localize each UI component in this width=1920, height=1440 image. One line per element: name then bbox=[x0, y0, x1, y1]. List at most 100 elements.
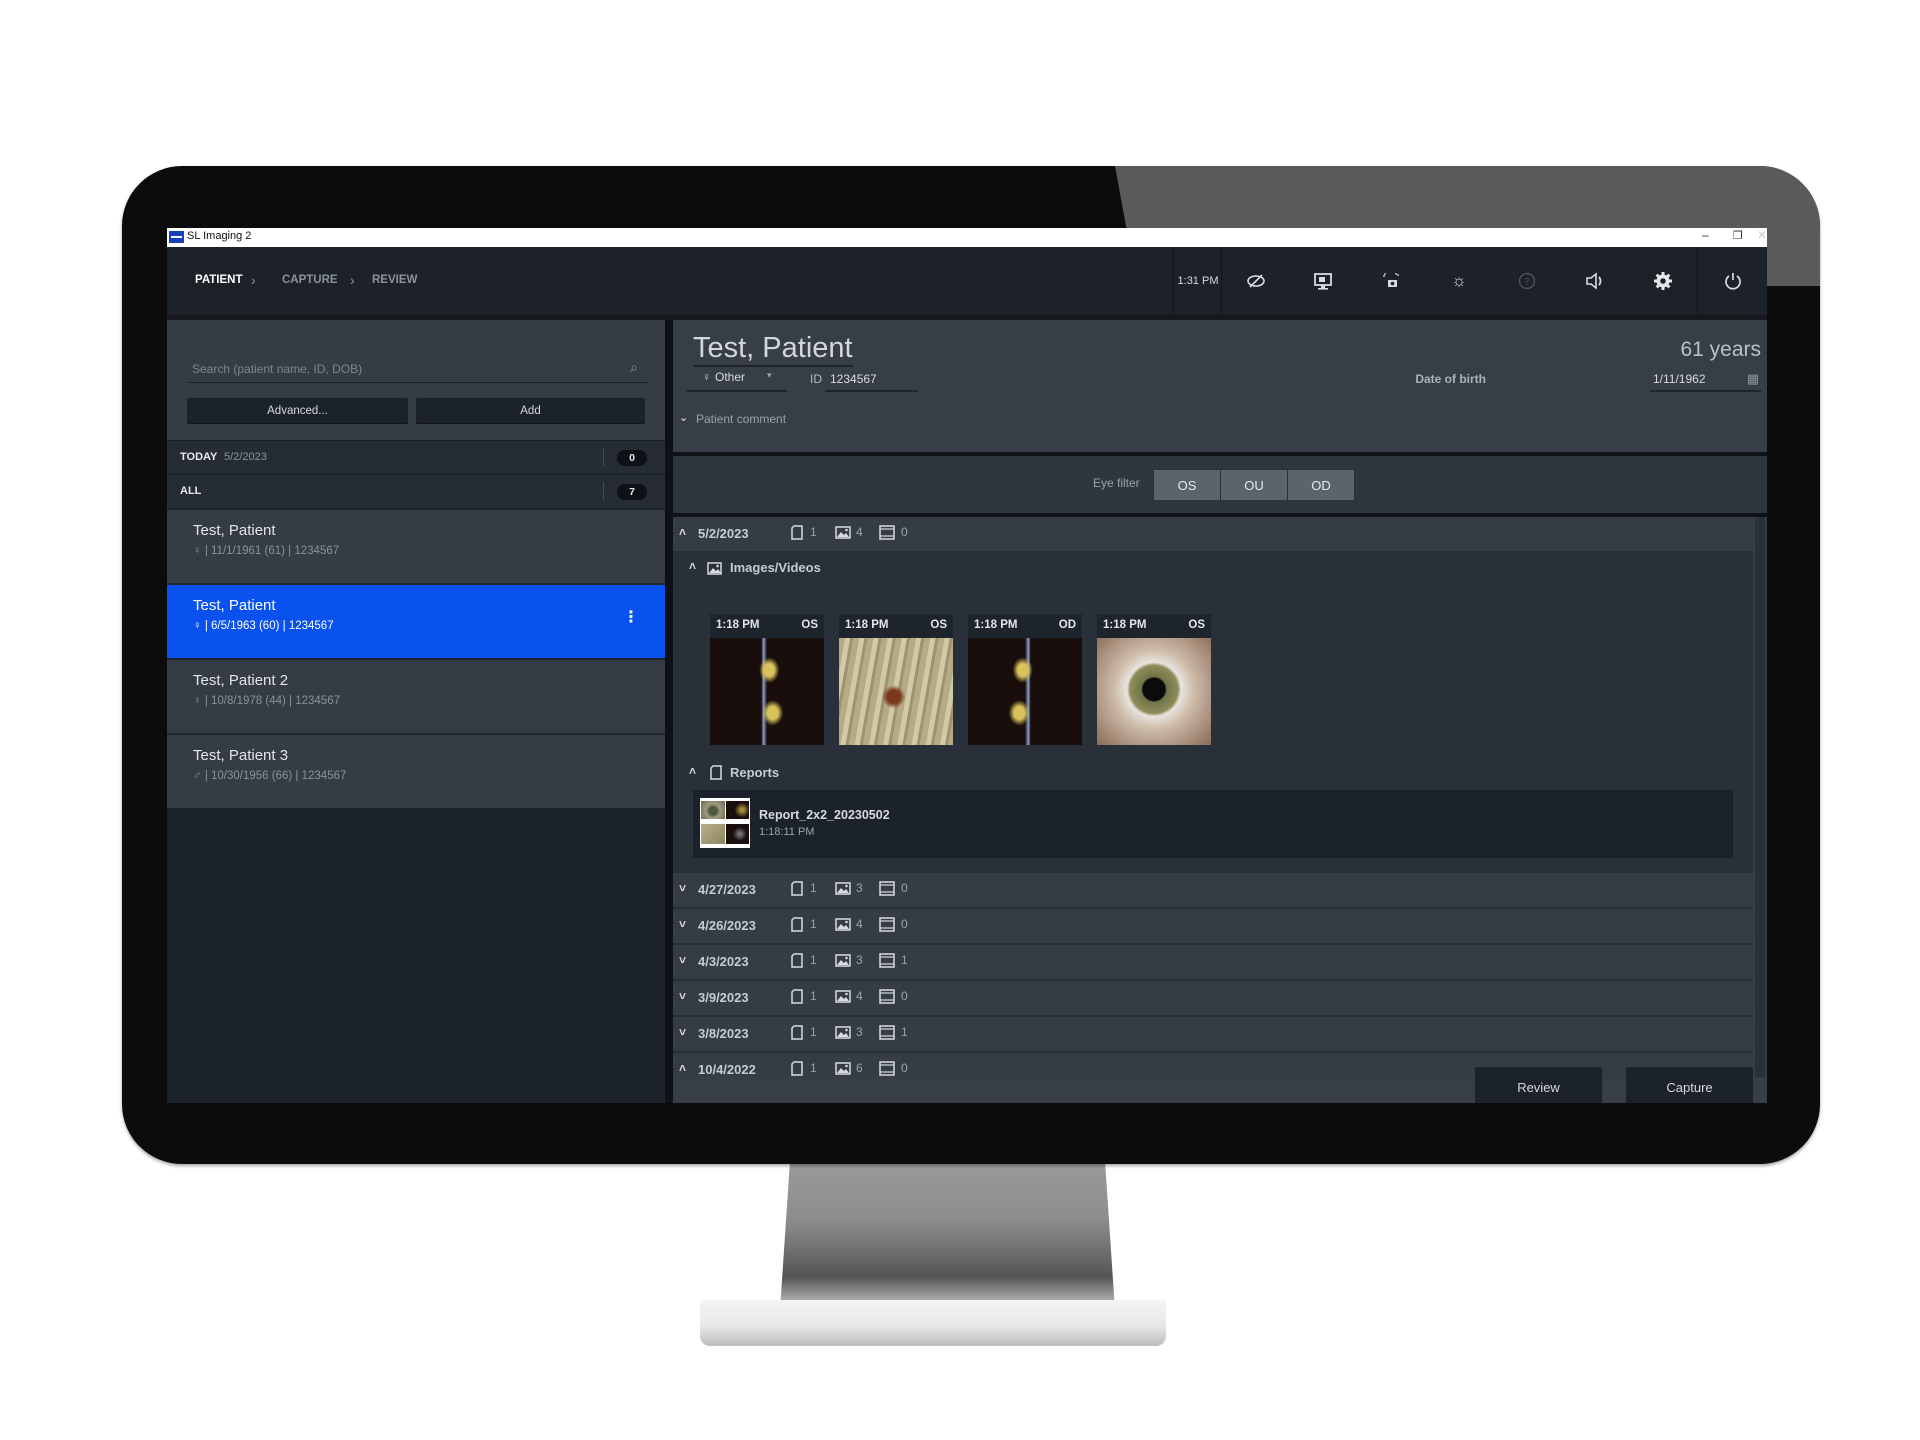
patient-name-field[interactable]: Test, Patient bbox=[693, 332, 853, 367]
hide-eye-button[interactable] bbox=[1221, 247, 1290, 315]
report-icon bbox=[710, 765, 722, 780]
capture-time: 1:18 PM bbox=[974, 619, 1018, 631]
capture-time: 1:18 PM bbox=[1103, 619, 1147, 631]
patient-id-field[interactable]: 1234567 bbox=[825, 368, 918, 392]
snapshot-button[interactable] bbox=[1357, 247, 1425, 315]
chevron-down-icon[interactable]: ˅ bbox=[679, 1025, 686, 1039]
video-icon bbox=[879, 1025, 895, 1040]
video-icon bbox=[879, 525, 895, 540]
visit-row[interactable]: ˅ 4/3/2023 1 3 1 bbox=[673, 945, 1753, 981]
visit-date: 3/8/2023 bbox=[698, 1026, 749, 1041]
thumbnail-header: 1:18 PM OS bbox=[1097, 614, 1211, 638]
eye-filter-os[interactable]: OS bbox=[1153, 469, 1221, 501]
visit-row[interactable]: ˅ 4/26/2023 1 4 0 bbox=[673, 909, 1753, 945]
chevron-down-icon[interactable]: ˅ bbox=[679, 989, 686, 1003]
video-icon bbox=[879, 917, 895, 932]
patient-list-item[interactable]: Test, Patient ♀ | 11/1/1961 (61) | 12345… bbox=[167, 508, 665, 583]
visit-date: 4/26/2023 bbox=[698, 918, 756, 933]
reports-section-label: Reports bbox=[730, 765, 780, 780]
dob-field[interactable]: 1/11/1962 ▦ bbox=[1650, 368, 1761, 392]
chevron-up-icon[interactable]: ˄ bbox=[679, 1061, 686, 1075]
search-input[interactable]: Search (patient name, ID, DOB) ⌕ bbox=[188, 358, 648, 383]
image-count: 3 bbox=[856, 1025, 863, 1039]
breadcrumb-review[interactable]: REVIEW bbox=[372, 274, 417, 286]
minimize-button[interactable]: – bbox=[1702, 228, 1709, 242]
breadcrumb-capture[interactable]: CAPTURE bbox=[282, 274, 338, 286]
patient-comment-label: Patient comment bbox=[696, 412, 787, 426]
report-item[interactable]: Report_2x2_20230502 1:18:11 PM bbox=[693, 790, 1733, 858]
chevron-down-icon[interactable]: ˅ bbox=[679, 917, 686, 931]
visit-row[interactable]: ˄ 5/2/2023 1 4 0 bbox=[673, 517, 1753, 553]
eye-filter-ou[interactable]: OU bbox=[1220, 469, 1288, 501]
video-count: 1 bbox=[901, 953, 908, 967]
chevron-up-icon[interactable]: ˄ bbox=[679, 525, 686, 539]
patient-dob: 11/1/1961 (61) bbox=[211, 545, 285, 557]
volume-icon bbox=[1586, 272, 1602, 290]
image-icon bbox=[835, 990, 851, 1003]
monitor-button[interactable] bbox=[1289, 247, 1357, 315]
search-icon[interactable]: ⌕ bbox=[630, 359, 638, 376]
help-button[interactable]: ? bbox=[1493, 247, 1561, 315]
breadcrumb-patient[interactable]: PATIENT bbox=[195, 274, 243, 286]
settings-button[interactable] bbox=[1629, 247, 1697, 315]
gender-dropdown[interactable]: ♀ Other ▾ bbox=[687, 368, 787, 392]
review-button[interactable]: Review bbox=[1475, 1067, 1602, 1103]
dob-value: 1/11/1962 bbox=[1653, 372, 1706, 386]
patient-list-item[interactable]: Test, Patient 3 ♂ | 10/30/1956 (66) | 12… bbox=[167, 733, 665, 808]
help-icon: ? bbox=[1518, 272, 1536, 290]
visit-row[interactable]: ˅ 4/27/2023 1 3 0 bbox=[673, 873, 1753, 909]
gender-icon: ♀ bbox=[702, 370, 711, 384]
visit-row[interactable]: ˅ 3/8/2023 1 3 1 bbox=[673, 1017, 1753, 1053]
scrollbar[interactable] bbox=[1755, 517, 1765, 1077]
patient-meta: ♂ | 10/30/1956 (66) | 1234567 bbox=[193, 770, 346, 782]
image-icon bbox=[835, 1026, 851, 1039]
chevron-down-icon[interactable]: ˅ bbox=[679, 881, 686, 895]
dob-label: Date of birth bbox=[1415, 372, 1486, 386]
report-count: 1 bbox=[810, 1025, 817, 1039]
video-icon bbox=[879, 989, 895, 1004]
image-count: 3 bbox=[856, 881, 863, 895]
patient-id: 1234567 bbox=[294, 545, 340, 557]
patient-list-item[interactable]: Test, Patient ♀ | 6/5/1963 (60) | 123456… bbox=[167, 583, 665, 658]
report-icon bbox=[791, 917, 803, 932]
visit-row[interactable]: ˅ 3/9/2023 1 4 0 bbox=[673, 981, 1753, 1017]
advanced-button[interactable]: Advanced... bbox=[187, 398, 408, 424]
image-thumbnail[interactable]: 1:18 PM OS bbox=[710, 614, 824, 745]
id-label: ID bbox=[810, 372, 822, 386]
app-window: SL Imaging 2 – ❐ ✕ PATIENT › CAPTURE › R… bbox=[167, 228, 1767, 1103]
eye-side: OD bbox=[1058, 619, 1076, 631]
image-thumbnail[interactable]: 1:18 PM OS bbox=[1097, 614, 1211, 745]
visit-list: ˄ Images/Videos ˄ Reports Report_2x2_202… bbox=[673, 517, 1753, 1077]
patient-id: 1234567 bbox=[288, 620, 334, 632]
video-count: 0 bbox=[901, 989, 908, 1003]
eye-filter-od[interactable]: OD bbox=[1287, 469, 1355, 501]
capture-time: 1:18 PM bbox=[845, 619, 889, 631]
brightness-button[interactable]: ☼ bbox=[1425, 247, 1493, 315]
power-button[interactable] bbox=[1697, 247, 1767, 315]
close-button[interactable]: ✕ bbox=[1757, 228, 1767, 242]
capture-time: 1:18 PM bbox=[716, 619, 760, 631]
patient-dob: 10/8/1978 (44) bbox=[211, 695, 286, 707]
image-thumbnail[interactable]: 1:18 PM OS bbox=[839, 614, 953, 745]
add-patient-button[interactable]: Add bbox=[416, 398, 645, 424]
patient-list-item[interactable]: Test, Patient 2 ♀ | 10/8/1978 (44) | 123… bbox=[167, 658, 665, 733]
patient-detail-panel: Test, Patient 61 years ♀ Other ▾ ID 1234… bbox=[673, 320, 1767, 1103]
time-text: 1:31 PM bbox=[1177, 275, 1219, 287]
panel-splitter[interactable] bbox=[665, 320, 673, 1103]
calendar-icon[interactable]: ▦ bbox=[1747, 371, 1759, 387]
restore-button[interactable]: ❐ bbox=[1733, 229, 1743, 242]
more-options-icon[interactable]: ⋮ bbox=[623, 607, 639, 627]
image-thumbnail[interactable]: 1:18 PM OD bbox=[968, 614, 1082, 745]
chevron-down-icon: ⌄ bbox=[679, 412, 689, 424]
capture-button[interactable]: Capture bbox=[1626, 1067, 1753, 1103]
report-count: 1 bbox=[810, 525, 817, 539]
clock: 1:31 PM bbox=[1173, 247, 1222, 315]
group-today[interactable]: TODAY 5/2/2023 0 bbox=[167, 440, 665, 474]
volume-button[interactable] bbox=[1561, 247, 1629, 315]
video-count: 0 bbox=[901, 881, 908, 895]
group-all[interactable]: ALL 7 bbox=[167, 474, 665, 508]
patient-name: Test, Patient bbox=[193, 522, 276, 539]
image-count: 3 bbox=[856, 953, 863, 967]
chevron-down-icon[interactable]: ˅ bbox=[679, 953, 686, 967]
gender-icon: ♂ bbox=[193, 770, 202, 782]
